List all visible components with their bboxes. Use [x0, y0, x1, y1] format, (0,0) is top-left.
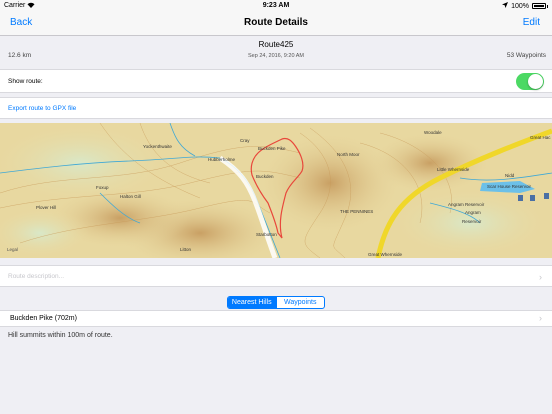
map-label-north-moor: North Moor: [337, 152, 360, 157]
map-label-cray: Cray: [240, 138, 250, 143]
segment-nearest-hills[interactable]: Nearest Hills: [228, 297, 276, 308]
map-label-plover-hill: Plover Hill: [36, 205, 56, 210]
map-label-yockenthwaite: Yockenthwaite: [143, 144, 172, 149]
map-canvas: Cray Buckden Pike North Moor Buckden Hub…: [0, 123, 552, 258]
route-header: Route425 Sep 24, 2016, 9:20 AM 12.6 km 5…: [0, 36, 552, 66]
map-label-the-pennines: THE PENNINES: [340, 209, 373, 214]
status-bar: Carrier 9:23 AM 100%: [0, 0, 552, 12]
navigation-bar: Back Route Details Edit: [0, 12, 552, 36]
marker-icon: [518, 195, 523, 201]
toggle-knob: [528, 74, 543, 89]
marker-icon: [544, 193, 549, 199]
map-label-buckden: Buckden: [256, 174, 274, 179]
map-label-nidd: Nidd: [505, 173, 515, 178]
route-waypoint-count: 53 Waypoints: [506, 52, 546, 59]
hill-name: Buckden Pike (702m): [10, 315, 77, 322]
map-label-great-haw: Great Hac: [530, 135, 551, 140]
route-date: Sep 24, 2016, 9:20 AM: [248, 53, 304, 59]
route-name: Route425: [258, 40, 294, 49]
map-label-scar-house-reservoir: Scar House Reservoir: [487, 184, 532, 189]
route-description-placeholder: Route description...: [8, 273, 65, 280]
map-label-hubberholme: Hubberholme: [208, 157, 236, 162]
map-legal-link[interactable]: Legal: [7, 247, 18, 252]
show-route-row: Show route:: [0, 69, 552, 93]
battery-icon: [532, 3, 546, 9]
battery-tip: [547, 4, 548, 8]
edit-button[interactable]: Edit: [523, 17, 540, 28]
hills-hint-text: Hill summits within 100m of route.: [8, 332, 113, 339]
show-route-label: Show route:: [8, 78, 43, 85]
map-label-starbotton: Starbotton: [256, 232, 277, 237]
route-map[interactable]: Cray Buckden Pike North Moor Buckden Hub…: [0, 123, 552, 258]
map-label-foxup: Foxup: [96, 185, 109, 190]
route-distance: 12.6 km: [8, 52, 32, 59]
export-row: Export route to GPX file: [0, 97, 552, 119]
chevron-right-icon: ›: [539, 313, 542, 323]
route-description-row[interactable]: Route description... ›: [0, 265, 552, 287]
map-label-angram: Angram: [465, 210, 481, 215]
map-label-angram-reservoir: Angram Reservoir: [448, 202, 485, 207]
map-label-great-whernside: Great Whernside: [368, 252, 403, 257]
map-label-reservoir: Reservoir: [462, 219, 482, 224]
map-label-little-whernside: Little Whernside: [437, 167, 470, 172]
battery-percent: 100%: [511, 2, 529, 10]
show-route-toggle[interactable]: [516, 73, 544, 90]
page-title: Route Details: [244, 17, 308, 28]
hills-waypoints-segmented-control: Nearest Hills Waypoints: [227, 296, 325, 309]
map-label-litton: Litton: [180, 247, 192, 252]
map-label-buckden-pike: Buckden Pike: [258, 146, 286, 151]
segment-waypoints[interactable]: Waypoints: [275, 297, 325, 308]
location-arrow-icon: [502, 2, 509, 10]
status-time: 9:23 AM: [262, 2, 290, 9]
list-item[interactable]: Buckden Pike (702m) ›: [0, 310, 552, 327]
map-label-woodale: Woodale: [424, 130, 442, 135]
chevron-right-icon: ›: [539, 272, 542, 282]
map-label-halton-gill: Halton Gill: [120, 194, 141, 199]
marker-icon: [530, 195, 535, 201]
export-gpx-link[interactable]: Export route to GPX file: [8, 105, 76, 112]
